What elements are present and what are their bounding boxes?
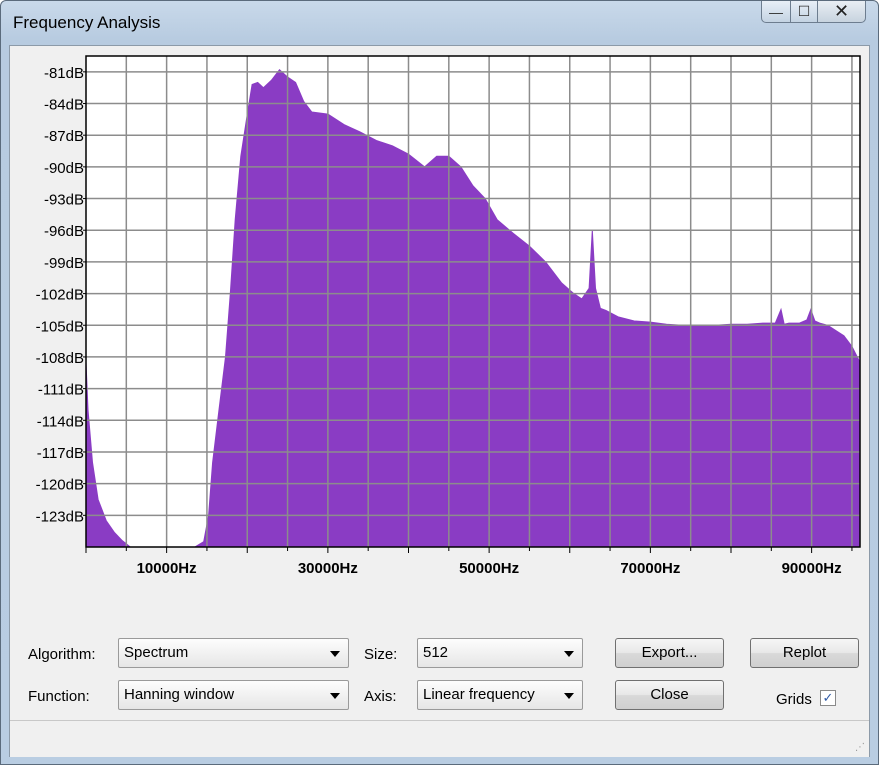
x-tick-label: 10000Hz bbox=[137, 560, 197, 577]
size-select[interactable]: 512 bbox=[417, 638, 583, 668]
x-tick-label: 30000Hz bbox=[298, 560, 358, 577]
chevron-down-icon bbox=[564, 651, 574, 657]
size-select-value: 512 bbox=[423, 644, 449, 661]
status-bar: ⋰ bbox=[10, 720, 869, 757]
y-tick-label: -93dB bbox=[44, 192, 84, 209]
y-tick-label: -123dB bbox=[36, 508, 84, 525]
chevron-down-icon bbox=[330, 651, 340, 657]
x-tick-label: 70000Hz bbox=[620, 560, 680, 577]
maximize-button[interactable]: ☐ bbox=[791, 1, 818, 23]
export-button[interactable]: Export... bbox=[615, 638, 724, 668]
function-label: Function: bbox=[28, 688, 90, 705]
function-select-value: Hanning window bbox=[124, 686, 235, 703]
y-tick-label: -108dB bbox=[36, 350, 84, 367]
algorithm-select[interactable]: Spectrum bbox=[118, 638, 349, 668]
y-tick-label: -84dB bbox=[44, 97, 84, 114]
window-title: Frequency Analysis bbox=[13, 13, 161, 32]
algorithm-label: Algorithm: bbox=[28, 646, 96, 663]
y-tick-label: -96dB bbox=[44, 223, 84, 240]
minimize-button[interactable]: — bbox=[761, 1, 791, 23]
dialog-client-area: -81dB -84dB -87dB -90dB -93dB -96dB -99dB -102d… bbox=[9, 45, 870, 757]
resize-grip-icon[interactable]: ⋰ bbox=[855, 742, 865, 753]
function-select[interactable]: Hanning window bbox=[118, 680, 349, 710]
y-tick-label: -117dB bbox=[37, 445, 84, 462]
chevron-down-icon bbox=[564, 693, 574, 699]
x-tick-label: 90000Hz bbox=[782, 560, 842, 577]
chevron-down-icon bbox=[330, 693, 340, 699]
y-tick-label: -102dB bbox=[36, 287, 84, 304]
algorithm-select-value: Spectrum bbox=[124, 644, 189, 661]
check-icon: ✓ bbox=[822, 690, 834, 705]
axis-label: Axis: bbox=[364, 688, 397, 705]
frequency-analysis-window: Frequency Analysis — ☐ ✕ -81dB -84dB -87dB… bbox=[0, 0, 879, 765]
spectrum-plot: -81dB -84dB -87dB -90dB -93dB -96dB -99dB -102d… bbox=[36, 55, 861, 577]
y-tick-label: -120dB bbox=[36, 477, 84, 494]
replot-button[interactable]: Replot bbox=[750, 638, 859, 668]
y-tick-label: -99dB bbox=[44, 255, 84, 272]
axis-select[interactable]: Linear frequency bbox=[417, 680, 583, 710]
grids-checkbox[interactable]: ✓ bbox=[820, 690, 836, 706]
window-controls: — ☐ ✕ bbox=[761, 1, 866, 23]
x-tick-label: 50000Hz bbox=[459, 560, 519, 577]
grids-label: Grids bbox=[776, 691, 812, 708]
y-tick-label: -87dB bbox=[44, 128, 84, 145]
y-tick-label: -111dB bbox=[38, 382, 84, 399]
close-button[interactable]: Close bbox=[615, 680, 724, 710]
title-bar[interactable]: Frequency Analysis — ☐ ✕ bbox=[1, 1, 878, 45]
close-window-button[interactable]: ✕ bbox=[818, 1, 866, 23]
y-tick-label: -114dB bbox=[37, 413, 84, 430]
axis-select-value: Linear frequency bbox=[423, 686, 535, 703]
y-tick-label: -81dB bbox=[44, 65, 84, 82]
size-label: Size: bbox=[364, 646, 398, 663]
y-tick-label: -105dB bbox=[36, 318, 84, 335]
y-tick-label: -90dB bbox=[44, 160, 84, 177]
